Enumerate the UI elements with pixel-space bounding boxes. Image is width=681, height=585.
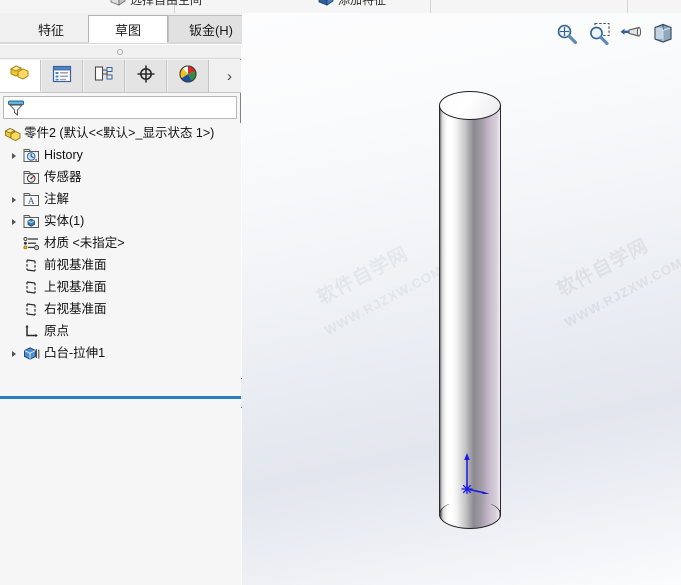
origin-triad bbox=[459, 449, 499, 496]
tab-label: 草图 bbox=[114, 22, 141, 38]
tree-item-extrude-boss[interactable]: 凸台-拉伸1 bbox=[0, 343, 241, 364]
expand-toggle-history[interactable] bbox=[8, 145, 20, 166]
solid-bodies-icon bbox=[23, 211, 40, 232]
tree-item-label: 材质 <未指定> bbox=[44, 236, 125, 250]
chevron-right-icon: › bbox=[227, 67, 232, 85]
configuration-manager-tab[interactable] bbox=[84, 60, 125, 92]
cube-blue-icon bbox=[318, 0, 334, 6]
feature-manager-panel: › 零件2 (默认<<默认>_显示状态 1>) History 传感器 A 注解… bbox=[0, 45, 241, 585]
tree-item-solid-bodies[interactable]: 实体(1) bbox=[0, 211, 241, 232]
tree-item-front-plane[interactable]: 前视基准面 bbox=[0, 255, 241, 276]
zoom-to-fit-button[interactable] bbox=[554, 22, 579, 47]
graphics-viewport[interactable]: 软件自学网 WWW.RJZXW.COM 软件自学网 WWW.RJZXW.COM bbox=[242, 13, 681, 585]
ribbon-item-add-feature[interactable]: 添加特征 bbox=[318, 0, 386, 13]
svg-text:A: A bbox=[28, 197, 35, 207]
history-folder-icon bbox=[23, 145, 40, 166]
cylinder-model[interactable] bbox=[439, 91, 503, 531]
tree-item-sensors[interactable]: 传感器 bbox=[0, 167, 241, 188]
tree-item-right-plane[interactable]: 右视基准面 bbox=[0, 299, 241, 320]
origin-icon bbox=[23, 321, 40, 342]
plane-icon bbox=[23, 277, 40, 298]
ribbon-item-select-free-space[interactable]: 选择自由空间 bbox=[110, 0, 202, 13]
feature-tree: 零件2 (默认<<默认>_显示状态 1>) History 传感器 A 注解 实… bbox=[0, 123, 241, 585]
material-icon bbox=[23, 233, 40, 254]
tab-label: 钣金(H) bbox=[188, 23, 234, 38]
tree-item-label: History bbox=[44, 148, 83, 162]
panel-handle-dot bbox=[117, 49, 123, 55]
tree-root-row[interactable]: 零件2 (默认<<默认>_显示状态 1>) bbox=[0, 123, 241, 144]
tree-item-history[interactable]: History bbox=[0, 145, 241, 166]
panel-tabs-overflow-button[interactable]: › bbox=[218, 60, 241, 92]
tree-filter-input[interactable] bbox=[28, 99, 233, 117]
tree-item-label: 实体(1) bbox=[44, 214, 85, 228]
configuration-icon bbox=[94, 65, 114, 88]
display-manager-tab[interactable] bbox=[168, 60, 209, 92]
tree-item-material[interactable]: 材质 <未指定> bbox=[0, 233, 241, 254]
tab-features[interactable]: 特征 bbox=[14, 15, 88, 43]
yellow-feature-icon bbox=[9, 63, 31, 88]
property-manager-tab[interactable] bbox=[42, 60, 83, 92]
tree-item-label: 凸台-拉伸1 bbox=[44, 346, 106, 360]
panel-tab-bar: › bbox=[0, 60, 241, 93]
tree-item-label: 右视基准面 bbox=[44, 302, 107, 316]
part-icon bbox=[4, 123, 21, 144]
previous-view-button[interactable] bbox=[618, 22, 643, 47]
dimxpert-manager-tab[interactable] bbox=[126, 60, 167, 92]
ribbon-divider bbox=[430, 0, 431, 13]
crosshair-icon bbox=[136, 64, 156, 89]
zoom-to-area-button[interactable] bbox=[586, 22, 611, 47]
tree-root-label: 零件2 (默认<<默认>_显示状态 1>) bbox=[24, 126, 215, 140]
tab-sketch[interactable]: 草图 bbox=[88, 15, 168, 43]
cube-icon bbox=[110, 0, 126, 6]
plane-icon bbox=[23, 255, 40, 276]
tree-item-label: 前视基准面 bbox=[44, 258, 107, 272]
annotation-folder-icon: A bbox=[23, 189, 40, 210]
expand-toggle-annotations[interactable] bbox=[8, 189, 20, 210]
watermark-cn-secondary: 软件自学网 bbox=[313, 243, 413, 310]
tree-item-label: 上视基准面 bbox=[44, 280, 107, 294]
color-sphere-icon bbox=[178, 64, 198, 89]
watermark-cn: 软件自学网 bbox=[553, 235, 653, 302]
panel-drag-handle[interactable] bbox=[0, 45, 241, 59]
tree-item-origin[interactable]: 原点 bbox=[0, 321, 241, 342]
tree-item-label: 传感器 bbox=[44, 170, 82, 184]
view-toolbar bbox=[554, 19, 675, 49]
tree-item-top-plane[interactable]: 上视基准面 bbox=[0, 277, 241, 298]
tab-label: 特征 bbox=[37, 23, 64, 38]
tree-item-annotations[interactable]: A 注解 bbox=[0, 189, 241, 210]
tree-item-label: 注解 bbox=[44, 192, 70, 206]
tree-item-label: 原点 bbox=[44, 324, 70, 338]
watermark-url: WWW.RJZXW.COM bbox=[562, 255, 681, 330]
tree-filter-box[interactable] bbox=[3, 96, 237, 119]
ribbon-item-label: 选择自由空间 bbox=[130, 0, 202, 8]
extrude-boss-icon bbox=[23, 343, 40, 364]
solidworks-window: 选择自由空间 添加特征 特征 草图 钣金(H) 曲面(E) bbox=[0, 0, 681, 585]
ribbon-strip: 选择自由空间 添加特征 bbox=[0, 0, 681, 13]
ribbon-item-label: 添加特征 bbox=[338, 0, 386, 8]
watermark-url-secondary: WWW.RJZXW.COM bbox=[322, 263, 446, 338]
filter-funnel-icon bbox=[7, 99, 25, 122]
sensor-folder-icon bbox=[23, 167, 40, 188]
plane-icon bbox=[23, 299, 40, 320]
expand-toggle-extrude-boss[interactable] bbox=[8, 343, 20, 364]
feature-manager-tab[interactable] bbox=[0, 60, 41, 92]
rollback-bar[interactable] bbox=[0, 396, 241, 399]
expand-toggle-solid-bodies[interactable] bbox=[8, 211, 20, 232]
section-view-button[interactable] bbox=[650, 22, 675, 47]
cylinder-top-face[interactable] bbox=[439, 91, 501, 120]
property-list-icon bbox=[52, 65, 72, 88]
ribbon-divider bbox=[627, 0, 628, 13]
